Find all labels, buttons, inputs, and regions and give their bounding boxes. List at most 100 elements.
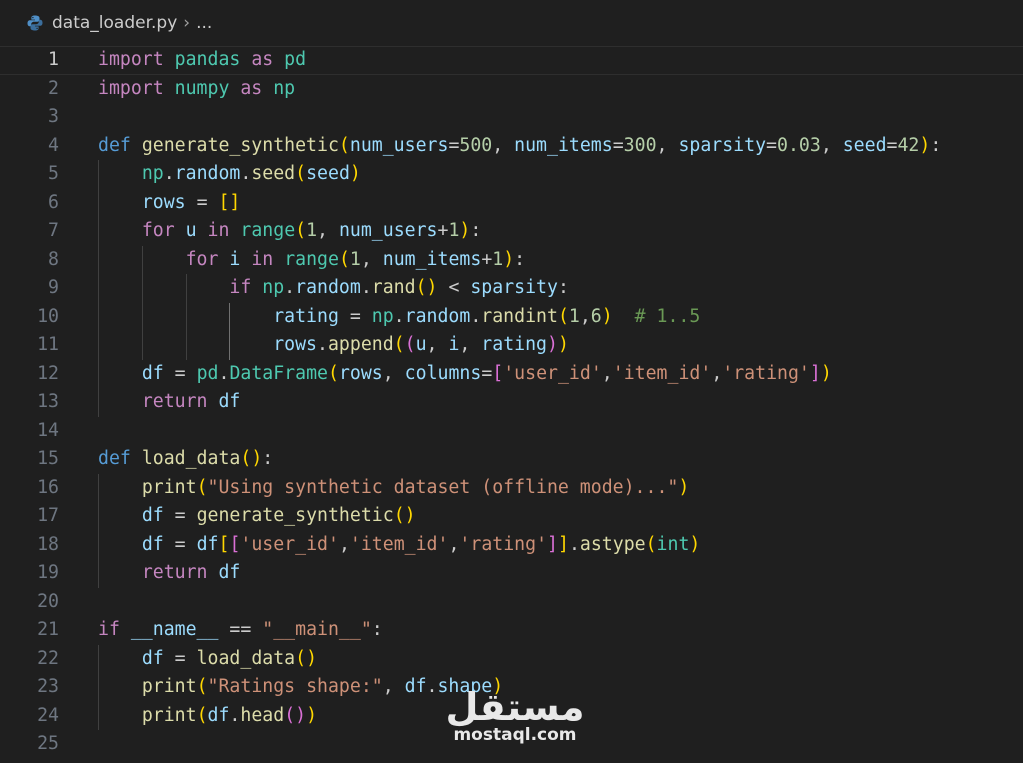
code-token: () bbox=[393, 505, 416, 526]
code-token: seed bbox=[251, 163, 296, 184]
code-token: seed bbox=[842, 134, 887, 156]
code-token: , bbox=[492, 134, 515, 156]
code-token: df bbox=[196, 533, 219, 555]
code-token: + bbox=[437, 220, 449, 241]
code-token: 'item_id' bbox=[349, 533, 449, 555]
code-token: [ bbox=[229, 533, 241, 555]
code-token: return bbox=[141, 562, 208, 583]
code-line[interactable]: 13 return df bbox=[0, 388, 1023, 417]
code-line[interactable]: 2 import numpy as np bbox=[0, 75, 1023, 104]
code-line[interactable]: 15 def load_data(): bbox=[0, 445, 1023, 474]
code-token: = bbox=[448, 134, 460, 156]
line-number: 19 bbox=[37, 562, 59, 583]
code-line[interactable]: 7 for u in range(1, num_users+1): bbox=[0, 217, 1023, 246]
code-token: def bbox=[98, 448, 131, 469]
breadcrumb-file[interactable]: data_loader.py bbox=[52, 13, 177, 33]
code-token: pandas bbox=[174, 49, 241, 70]
code-token: ) bbox=[459, 220, 471, 241]
code-text: return df bbox=[98, 559, 241, 588]
code-token: in bbox=[207, 220, 230, 241]
line-number: 24 bbox=[37, 704, 59, 726]
code-token: # 1..5 bbox=[634, 305, 701, 327]
code-line[interactable]: 16 print("Using synthetic dataset (offli… bbox=[0, 474, 1023, 503]
code-token: ) bbox=[547, 334, 558, 355]
code-token: pd bbox=[284, 49, 307, 70]
code-line[interactable]: 20 bbox=[0, 588, 1023, 617]
code-token: 500 bbox=[459, 134, 493, 156]
code-token: 'rating' bbox=[459, 533, 548, 555]
code-line[interactable]: 9 if np.random.rand() < sparsity: bbox=[0, 274, 1023, 303]
code-token: rows bbox=[338, 362, 383, 384]
breadcrumb-more[interactable]: ... bbox=[196, 13, 212, 33]
code-token: sparsity bbox=[678, 134, 767, 156]
line-number: 20 bbox=[37, 590, 59, 612]
code-line[interactable]: 8 for i in range(1, num_items+1): bbox=[0, 246, 1023, 275]
code-token: "Ratings shape:" bbox=[207, 676, 383, 697]
code-line[interactable]: 12 df = pd.DataFrame(rows, columns=['use… bbox=[0, 360, 1023, 389]
code-token: = bbox=[185, 191, 219, 213]
code-line[interactable]: 6 rows = [] bbox=[0, 189, 1023, 218]
code-token: ( bbox=[328, 362, 339, 384]
code-line[interactable]: 1 import pandas as pd bbox=[0, 46, 1023, 75]
code-token: random bbox=[174, 163, 241, 184]
code-line[interactable]: 17 df = generate_synthetic() bbox=[0, 502, 1023, 531]
code-line[interactable]: 21 if __name__ == "__main__": bbox=[0, 616, 1023, 645]
code-token: 1 bbox=[568, 305, 580, 327]
code-token: = bbox=[481, 362, 493, 384]
code-token: ( bbox=[196, 476, 208, 498]
code-token: if bbox=[229, 277, 252, 298]
code-token: , bbox=[448, 533, 460, 555]
code-line[interactable]: 4 def generate_synthetic(num_users=500, n… bbox=[0, 132, 1023, 161]
line-number: 12 bbox=[37, 362, 59, 384]
line-number: 11 bbox=[37, 334, 59, 355]
code-token: , bbox=[382, 362, 405, 384]
code-line[interactable]: 11 rows.append((u, i, rating)) bbox=[0, 331, 1023, 360]
code-token: u bbox=[185, 220, 197, 241]
code-line[interactable]: 5 np.random.seed(seed) bbox=[0, 160, 1023, 189]
code-token: 42 bbox=[897, 134, 920, 156]
code-token: rows bbox=[273, 334, 318, 355]
code-text: df = pd.DataFrame(rows, columns=['user_i… bbox=[98, 360, 832, 389]
code-token: : bbox=[470, 220, 482, 241]
watermark-latin: mostaql.com bbox=[453, 725, 577, 745]
code-token: : bbox=[930, 134, 942, 156]
code-token: np bbox=[371, 305, 394, 327]
code-token: , bbox=[711, 362, 723, 384]
code-token: ) bbox=[557, 334, 569, 355]
code-line[interactable]: 10 rating = np.random.randint(1,6) # 1..… bbox=[0, 303, 1023, 332]
code-token: load_data bbox=[141, 448, 241, 469]
code-token: "__main__" bbox=[262, 619, 372, 640]
code-token: [ bbox=[218, 533, 230, 555]
code-token: . bbox=[284, 277, 296, 298]
code-token: random bbox=[295, 277, 361, 298]
code-editor[interactable]: 1 import pandas as pd 2 import numpy as np 3… bbox=[0, 46, 1023, 763]
code-token: ( bbox=[196, 704, 208, 726]
code-line[interactable]: 19 return df bbox=[0, 559, 1023, 588]
code-token: random bbox=[404, 305, 471, 327]
code-text: for i in range(1, num_items+1): bbox=[98, 246, 526, 275]
code-text: def generate_synthetic(num_users=500, nu… bbox=[98, 132, 941, 161]
line-number: 1 bbox=[48, 49, 59, 70]
code-line[interactable]: 3 bbox=[0, 103, 1023, 132]
code-token: ) bbox=[678, 476, 690, 498]
code-line[interactable]: 22 df = load_data() bbox=[0, 645, 1023, 674]
code-token: ( bbox=[295, 163, 307, 184]
code-line[interactable]: 18 df = df[['user_id','item_id','rating'… bbox=[0, 531, 1023, 560]
code-token: 'item_id' bbox=[612, 362, 712, 384]
line-number: 21 bbox=[37, 619, 59, 640]
code-token: u bbox=[415, 334, 427, 355]
code-token: = bbox=[163, 362, 197, 384]
code-line[interactable]: 14 bbox=[0, 417, 1023, 446]
code-token: i bbox=[448, 334, 460, 355]
code-token: df bbox=[218, 562, 241, 583]
code-token: 'rating' bbox=[722, 362, 810, 384]
